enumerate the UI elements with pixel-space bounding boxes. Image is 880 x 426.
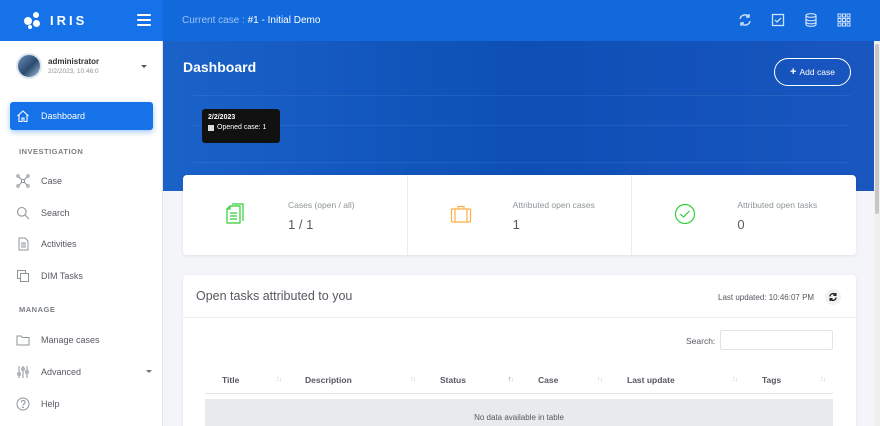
sidebar-item-case[interactable]: Case xyxy=(10,167,153,195)
search-label: Search: xyxy=(686,336,716,346)
column-header-tags[interactable]: Tags xyxy=(762,375,781,385)
chart-gridline xyxy=(193,125,850,126)
sidebar-item-label: Manage cases xyxy=(41,335,100,345)
iris-logo-icon xyxy=(24,11,42,30)
sidebar-item-label: Activities xyxy=(41,239,77,249)
empty-message: No data available in table xyxy=(474,412,564,422)
sort-asc-icon[interactable]: ↑↓ xyxy=(508,376,514,383)
table-header-line xyxy=(205,393,833,394)
stats-card: Cases (open / all) 1 / 1 Attributed open… xyxy=(183,175,856,255)
sort-icon[interactable]: ↑↓ xyxy=(597,376,603,383)
page-scrollbar[interactable] xyxy=(874,41,880,426)
cases-file-icon xyxy=(225,203,245,225)
stat-cases: Cases (open / all) 1 / 1 xyxy=(183,175,407,255)
section-manage: MANAGE xyxy=(19,305,56,314)
sidebar-item-dashboard[interactable]: Dashboard xyxy=(10,102,153,130)
plus-icon: + xyxy=(790,66,797,78)
stat-label: Attributed open cases xyxy=(512,200,595,210)
stat-value: 1 / 1 xyxy=(288,217,314,232)
topbar-icons xyxy=(737,12,852,28)
help-icon xyxy=(16,397,30,411)
briefcase-icon xyxy=(450,203,471,225)
apps-grid-icon[interactable] xyxy=(836,12,852,28)
user-name: administrator xyxy=(48,57,100,66)
search-input[interactable] xyxy=(720,330,833,350)
dashboard-header: Dashboard + Add case 2/2/2023 Opened cas… xyxy=(163,41,880,191)
stat-attributed-cases: Attributed open cases 1 xyxy=(406,175,632,255)
sidebar-item-activities[interactable]: Activities xyxy=(10,230,153,258)
sync-icon[interactable] xyxy=(737,12,753,28)
user-caret-icon[interactable] xyxy=(141,65,147,68)
user-profile[interactable]: administrator 2/2/2023, 10:46:0 xyxy=(16,53,99,79)
document-icon xyxy=(16,237,30,251)
column-header-case[interactable]: Case xyxy=(538,375,558,385)
column-header-status[interactable]: Status xyxy=(440,375,466,385)
add-case-label: Add case xyxy=(799,67,835,77)
topbar: Current case : #1 - Initial Demo xyxy=(163,0,880,41)
table-empty-row: No data available in table xyxy=(205,399,833,426)
current-case-name: #1 - Initial Demo xyxy=(247,15,321,26)
sort-icon[interactable]: ↑↓ xyxy=(820,376,826,383)
menu-toggle-icon[interactable] xyxy=(137,14,151,26)
folder-icon xyxy=(16,333,30,347)
add-case-button[interactable]: + Add case xyxy=(774,58,851,86)
current-case-prefix: Current case : xyxy=(182,15,248,26)
open-tasks-card: Open tasks attributed to you Last update… xyxy=(183,275,856,426)
column-header-last-update[interactable]: Last update xyxy=(627,375,675,385)
avatar xyxy=(16,53,42,79)
stat-value: 0 xyxy=(737,217,745,232)
column-header-description[interactable]: Description xyxy=(305,375,352,385)
sidebar-item-label: Advanced xyxy=(41,367,82,377)
sliders-icon xyxy=(16,365,30,379)
sidebar-item-search[interactable]: Search xyxy=(10,199,153,227)
stat-label: Cases (open / all) xyxy=(288,200,355,210)
check-circle-icon xyxy=(674,203,696,225)
copy-icon xyxy=(16,269,30,283)
tooltip-label: Opened case: 1 xyxy=(217,124,267,131)
card-title: Open tasks attributed to you xyxy=(196,289,353,303)
sort-icon[interactable]: ↑↓ xyxy=(732,376,738,383)
case-nodes-icon xyxy=(16,174,30,188)
chart-gridline xyxy=(193,162,850,163)
logo-header: IRIS xyxy=(0,0,163,41)
sidebar-item-label: Help xyxy=(41,399,60,409)
home-icon xyxy=(16,109,30,123)
chart-gridline xyxy=(193,95,850,96)
chevron-down-icon xyxy=(146,370,152,373)
tooltip-date: 2/2/2023 xyxy=(208,114,236,121)
sort-icon[interactable]: ↑↓ xyxy=(410,376,416,383)
sort-icon[interactable]: ↑↓ xyxy=(276,376,282,383)
sidebar-item-label: Dashboard xyxy=(41,111,86,121)
sidebar-item-advanced[interactable]: Advanced xyxy=(10,358,153,386)
column-header-title[interactable]: Title xyxy=(222,375,239,385)
stat-attributed-tasks: Attributed open tasks 0 xyxy=(631,175,856,255)
sidebar-item-label: Case xyxy=(41,176,63,186)
chart-tooltip: 2/2/2023 Opened case: 1 xyxy=(202,109,280,143)
search-icon xyxy=(16,206,30,220)
sidebar: administrator 2/2/2023, 10:46:0 Dashboar… xyxy=(0,41,163,426)
page-title: Dashboard xyxy=(183,59,257,75)
user-info: administrator 2/2/2023, 10:46:0 xyxy=(48,57,99,75)
database-icon[interactable] xyxy=(803,12,819,28)
legend-swatch-icon xyxy=(208,124,214,131)
tooltip-row: Opened case: 1 xyxy=(208,124,274,131)
stat-label: Attributed open tasks xyxy=(737,200,818,210)
user-login-date: 2/2/2023, 10:46:0 xyxy=(48,68,99,75)
section-investigation: INVESTIGATION xyxy=(19,147,84,156)
stat-value: 1 xyxy=(512,217,520,232)
sidebar-item-label: Search xyxy=(41,208,70,218)
last-updated: Last updated: 10:46:07 PM xyxy=(718,293,815,302)
current-case-breadcrumb[interactable]: Current case : #1 - Initial Demo xyxy=(182,15,320,26)
sidebar-item-dim-tasks[interactable]: DIM Tasks xyxy=(10,262,153,290)
card-divider xyxy=(183,317,856,318)
sidebar-item-help[interactable]: Help xyxy=(10,390,153,418)
refresh-button[interactable] xyxy=(825,289,841,305)
sidebar-item-label: DIM Tasks xyxy=(41,271,83,281)
sidebar-item-manage-cases[interactable]: Manage cases xyxy=(10,326,153,354)
refresh-icon xyxy=(829,292,837,302)
tasks-check-icon[interactable] xyxy=(770,12,786,28)
app-name: IRIS xyxy=(50,13,88,28)
